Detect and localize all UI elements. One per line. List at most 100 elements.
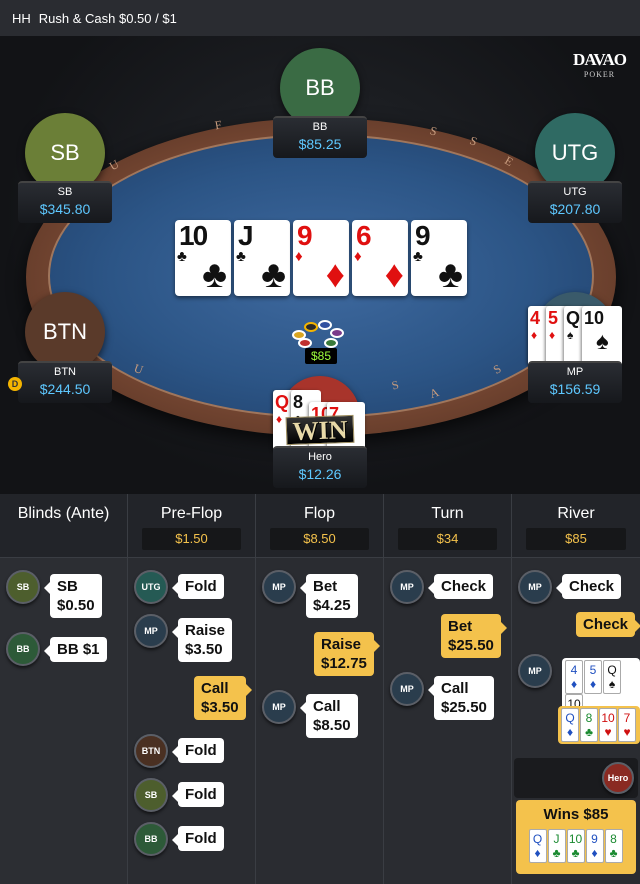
card-suit: ♠ bbox=[608, 677, 616, 691]
action-label: Fold bbox=[185, 578, 217, 595]
card-rank: Q bbox=[607, 663, 617, 677]
win-banner: WIN bbox=[285, 414, 355, 446]
card-suit: ♣ bbox=[552, 846, 561, 860]
card-rank: 8 bbox=[610, 832, 617, 846]
action-label: Fold bbox=[185, 742, 217, 759]
seat-label: SB bbox=[50, 140, 80, 165]
avatar-mp: MP bbox=[262, 570, 296, 604]
player-plate-bb: BB $85.25 bbox=[273, 116, 367, 158]
avatar-bb: BB bbox=[134, 822, 168, 856]
action-label: Check bbox=[569, 578, 615, 595]
action-label: Bet bbox=[313, 578, 338, 595]
card-rank: 4 bbox=[570, 663, 578, 677]
action-amount: $25.50 bbox=[448, 637, 494, 654]
card-suit: ♠ bbox=[567, 328, 574, 342]
card-rank: 5 bbox=[548, 308, 559, 328]
action-amount: $0.50 bbox=[57, 597, 95, 614]
winning-card: 10 ♣ bbox=[566, 829, 585, 863]
winning-card: 8 ♣ bbox=[604, 829, 623, 863]
card-rank: Q bbox=[566, 308, 581, 328]
player-stack: $85.25 bbox=[298, 136, 342, 152]
column-flop: Flop $8.50 bbox=[256, 494, 384, 884]
player-stack: $244.50 bbox=[39, 381, 91, 397]
showdown-card: 5 ♦ bbox=[584, 660, 602, 694]
seat-label: BB bbox=[305, 75, 335, 100]
column-title: River bbox=[557, 505, 595, 522]
seat-btn[interactable]: BTN bbox=[25, 292, 105, 372]
column-title: Turn bbox=[431, 505, 464, 522]
board-card: 9 ♣ ♣ bbox=[411, 220, 467, 296]
action-label: Fold bbox=[185, 830, 217, 847]
action-bubble: Raise $3.50 bbox=[171, 618, 233, 662]
avatar-utg: UTG bbox=[134, 570, 168, 604]
dealer-button: D bbox=[8, 377, 22, 391]
hero-action-bubble: Call $3.50 bbox=[194, 676, 252, 720]
hero-action-bubble: Raise $12.75 bbox=[314, 632, 380, 676]
player-name: BB bbox=[312, 121, 328, 133]
winning-hand: Q ♦J ♣10 ♣9 ♦8 ♣ bbox=[516, 829, 636, 863]
street-pot: $85 bbox=[526, 528, 626, 550]
avatar-sb: SB bbox=[6, 570, 40, 604]
showdown-card: 7 ♥ bbox=[618, 708, 636, 742]
action-label: BB $1 bbox=[57, 641, 100, 658]
card-suit-large: ♦ bbox=[384, 254, 404, 296]
action-label: Check bbox=[441, 578, 487, 595]
card-suit: ♠ bbox=[596, 328, 609, 355]
avatar-mp: MP bbox=[262, 690, 296, 724]
player-stack: $156.59 bbox=[549, 381, 601, 397]
player-stack: $207.80 bbox=[549, 201, 601, 217]
card-rank: 5 bbox=[589, 663, 597, 677]
card-rank: Q bbox=[565, 711, 575, 725]
hero-showdown-cards: Q ♦8 ♣10 ♥7 ♥ bbox=[558, 706, 640, 744]
player-plate-utg: UTG $207.80 bbox=[528, 181, 622, 223]
action-bubble: Bet $4.25 bbox=[300, 574, 358, 618]
column-header: Blinds (Ante) bbox=[0, 494, 127, 558]
card-suit: ♣ bbox=[609, 846, 618, 860]
winning-card: Q ♦ bbox=[528, 829, 547, 863]
showdown-card: 10 ♥ bbox=[599, 708, 617, 742]
card-rank: 9 bbox=[591, 832, 598, 846]
board-card: 9 ♦ ♦ bbox=[293, 220, 349, 296]
avatar-mp: MP bbox=[518, 654, 552, 688]
card-suit: ♦ bbox=[295, 248, 303, 265]
action-amount: $4.25 bbox=[313, 597, 351, 614]
player-stack: $345.80 bbox=[39, 201, 91, 217]
street-pot: $34 bbox=[398, 528, 497, 550]
card-suit-large: ♣ bbox=[438, 254, 463, 296]
showdown-card: 4 ♦ bbox=[565, 660, 583, 694]
card-suit: ♣ bbox=[413, 248, 423, 265]
title-bar: HH Rush & Cash $0.50 / $1 bbox=[0, 0, 640, 36]
avatar-mp: MP bbox=[518, 570, 552, 604]
seat-label: UTG bbox=[551, 140, 599, 165]
card-suit: ♣ bbox=[571, 846, 580, 860]
action-bubble: Check bbox=[427, 574, 494, 599]
card-suit: ♦ bbox=[531, 328, 538, 342]
column-title: Pre-Flop bbox=[160, 505, 223, 522]
action-bubble: BB $1 bbox=[44, 637, 107, 662]
davao-poker-logo: DAVAO POKER bbox=[573, 50, 627, 79]
avatar-sb: SB bbox=[134, 778, 168, 812]
player-plate-mp: MP $156.59 bbox=[528, 361, 622, 403]
avatar-hero: Hero bbox=[602, 762, 634, 794]
player-plate-btn: BTN $244.50 bbox=[18, 361, 112, 403]
logo-line1: DAVAO bbox=[573, 50, 627, 69]
player-plate-hero: Hero $12.26 bbox=[273, 446, 367, 488]
street-pot: $1.50 bbox=[142, 528, 241, 550]
card-suit: ♦ bbox=[276, 412, 283, 426]
action-bubble: SB $0.50 bbox=[44, 574, 102, 618]
card-rank: Q bbox=[532, 832, 543, 846]
card-rank: 8 bbox=[585, 711, 593, 725]
card-suit-large: ♣ bbox=[261, 254, 286, 296]
showdown-card: Q ♦ bbox=[561, 708, 579, 742]
card-suit: ♣ bbox=[177, 248, 187, 265]
player-stack: $12.26 bbox=[298, 466, 342, 482]
avatar-mp: MP bbox=[134, 614, 168, 648]
action-label: SB bbox=[57, 578, 78, 595]
action-bubble: Call $8.50 bbox=[300, 694, 358, 738]
showdown-card: 8 ♣ bbox=[580, 708, 598, 742]
avatar-btn: BTN bbox=[134, 734, 168, 768]
rail-letter: F bbox=[213, 117, 223, 133]
action-amount: $12.75 bbox=[321, 655, 367, 672]
player-name: Hero bbox=[308, 451, 332, 463]
avatar-bb: BB bbox=[6, 632, 40, 666]
